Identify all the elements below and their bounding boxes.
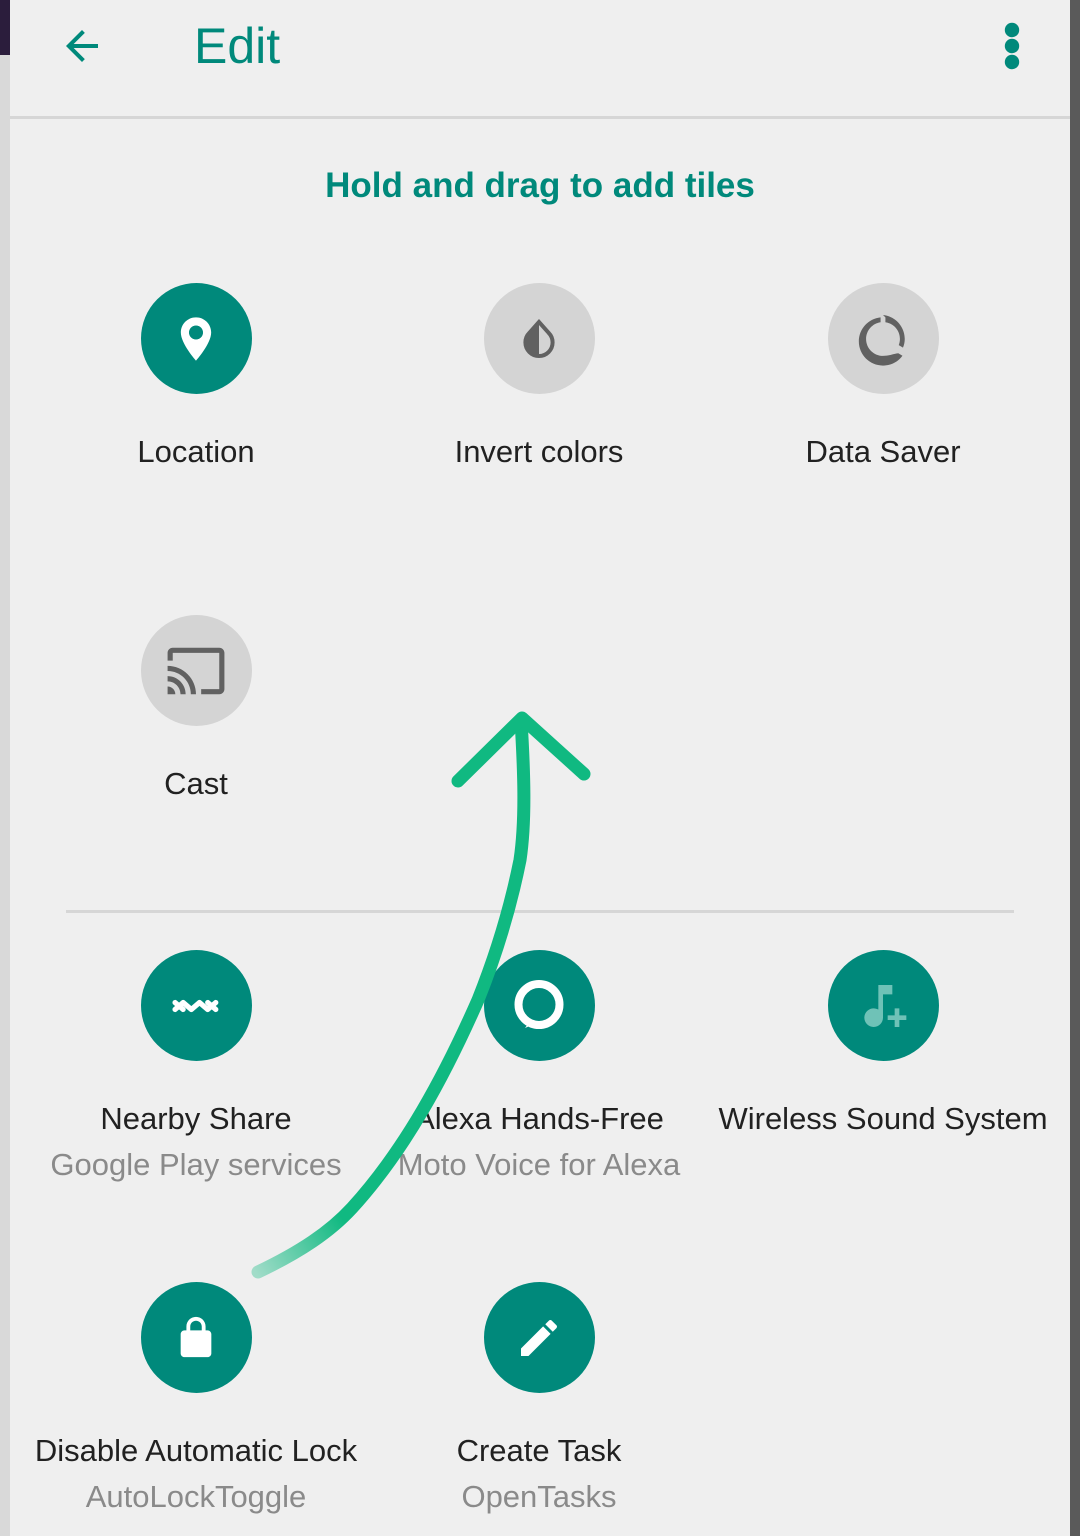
more-vert-icon (1004, 22, 1020, 70)
tile-icon-bg (827, 950, 939, 1061)
tile-icon-bg (483, 1282, 595, 1393)
nearby-share-icon (172, 999, 219, 1012)
tile-label: Location (137, 434, 255, 469)
drag-hint: Hold and drag to add tiles (325, 166, 755, 205)
section-divider (66, 910, 1014, 913)
tile-nearby-share[interactable]: Nearby Share Google Play services (26, 950, 366, 1183)
tile-source: Google Play services (50, 1147, 342, 1182)
background-app-edge (0, 0, 10, 1536)
tile-icon-bg (483, 283, 595, 394)
more-options-button[interactable] (982, 14, 1042, 78)
tile-label: Cast (164, 766, 228, 801)
tile-label: Data Saver (805, 434, 961, 469)
pencil-icon (521, 1319, 558, 1356)
alexa-icon (514, 979, 564, 1029)
edit-tiles-sheet: Edit Hold and drag to add tiles Location (10, 0, 1070, 1536)
tile-label: Invert colors (454, 434, 624, 469)
tile-location[interactable]: Location (26, 283, 366, 470)
tile-source: OpenTasks (461, 1479, 617, 1514)
tile-disable-automatic-lock[interactable]: Disable Automatic Lock AutoLockToggle (26, 1282, 366, 1515)
tile-label: Create Task (456, 1433, 622, 1468)
back-button[interactable] (50, 14, 114, 78)
tile-wireless-sound-system[interactable]: Wireless Sound System (713, 950, 1053, 1137)
tile-source: AutoLockToggle (85, 1479, 307, 1514)
tile-label: Alexa Hands-Free (414, 1101, 664, 1136)
tile-data-saver[interactable]: Data Saver (713, 283, 1053, 470)
status-bar-edge (0, 0, 10, 55)
tile-create-task[interactable]: Create Task OpenTasks (369, 1282, 709, 1515)
tile-label: Wireless Sound System (718, 1101, 1048, 1136)
tile-icon-bg (140, 615, 252, 726)
music-note-add-icon (864, 984, 907, 1027)
tile-icon-bg (140, 283, 252, 394)
tile-icon-bg (140, 950, 252, 1061)
tile-label: Nearby Share (100, 1101, 292, 1136)
tile-invert-colors[interactable]: Invert colors (369, 283, 709, 470)
tile-icon-bg (483, 950, 595, 1061)
invert-colors-icon (523, 318, 555, 358)
tile-icon-bg (827, 283, 939, 394)
lock-icon (180, 1316, 212, 1357)
cast-icon (167, 647, 225, 694)
tile-icon-bg (140, 1282, 252, 1393)
arrow-back-icon (66, 30, 98, 62)
tile-cast[interactable]: Cast (26, 615, 366, 802)
app-bar: Edit (10, 0, 1070, 119)
tile-source: Moto Voice for Alexa (397, 1147, 681, 1182)
tile-label: Disable Automatic Lock (34, 1433, 358, 1468)
tile-alexa-hands-free[interactable]: Alexa Hands-Free Moto Voice for Alexa (369, 950, 709, 1183)
data-saver-icon (858, 314, 905, 366)
location-pin-icon (180, 316, 212, 361)
page-title: Edit (194, 18, 281, 74)
